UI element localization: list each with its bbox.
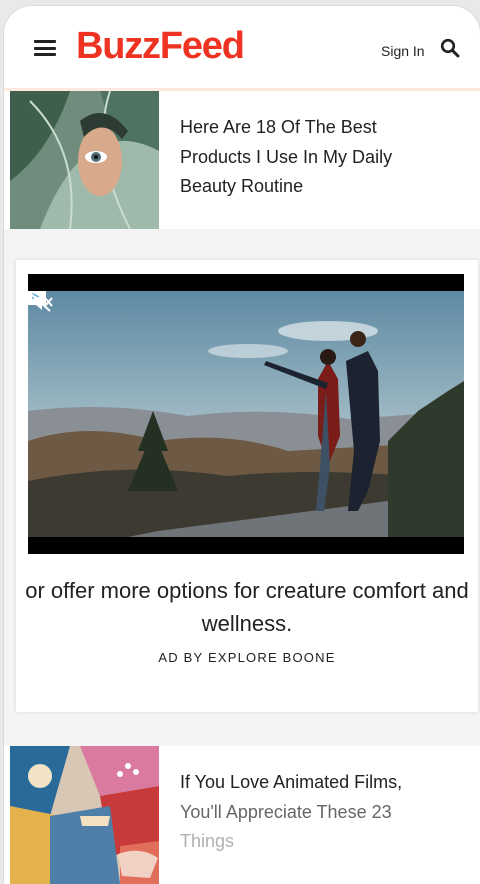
- sign-in-link[interactable]: Sign In: [381, 43, 425, 59]
- phone-screen: BuzzFeed Sign In Here Are 18 Of The Best…: [4, 6, 480, 884]
- search-icon[interactable]: [440, 38, 460, 58]
- ad-video-frame: [28, 291, 464, 537]
- article-title[interactable]: If You Love Animated Films, You'll Appre…: [180, 768, 450, 857]
- article-thumbnail[interactable]: [10, 746, 159, 884]
- article-card[interactable]: Here Are 18 Of The Best Products I Use I…: [4, 91, 480, 229]
- ad-video[interactable]: [28, 274, 464, 554]
- ad-headline[interactable]: or offer more options for creature comfo…: [16, 574, 478, 640]
- menu-icon[interactable]: [34, 40, 56, 56]
- mute-icon[interactable]: [28, 291, 54, 313]
- site-header: BuzzFeed Sign In: [4, 6, 480, 91]
- article-card[interactable]: If You Love Animated Films, You'll Appre…: [4, 746, 480, 884]
- ad-unit[interactable]: or offer more options for creature comfo…: [16, 260, 478, 712]
- buzzfeed-logo[interactable]: BuzzFeed: [76, 25, 245, 68]
- article-title[interactable]: Here Are 18 Of The Best Products I Use I…: [180, 113, 450, 202]
- article-thumbnail[interactable]: [10, 91, 159, 229]
- ad-sponsor-label: AD BY EXPLORE BOONE: [158, 650, 336, 665]
